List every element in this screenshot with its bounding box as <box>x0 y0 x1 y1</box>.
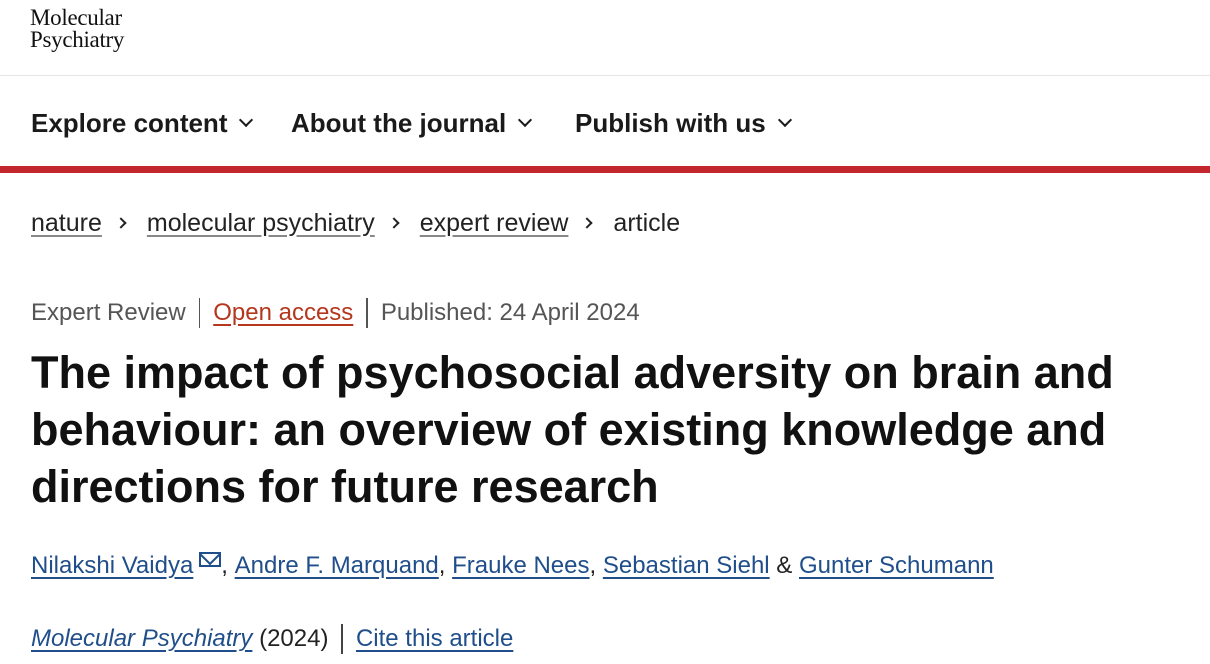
nav-about-journal[interactable]: About the journal <box>291 106 533 140</box>
chevron-down-icon <box>518 112 533 128</box>
author-link[interactable]: Gunter Schumann <box>799 552 994 580</box>
open-access-link[interactable]: Open access <box>213 299 353 327</box>
mail-icon[interactable] <box>199 551 222 567</box>
chevron-right-icon <box>581 217 594 229</box>
author-link[interactable]: Nilakshi Vaidya <box>31 552 193 580</box>
divider <box>366 298 368 328</box>
breadcrumb-current: article <box>613 208 681 237</box>
published-date: Published: 24 April 2024 <box>380 299 640 326</box>
author-link[interactable]: Sebastian Siehl <box>603 552 770 580</box>
logo-line-1: Molecular <box>30 5 122 30</box>
chevron-right-icon <box>388 217 400 229</box>
nav-label: Publish with us <box>575 107 766 138</box>
author-separator: , <box>438 552 446 579</box>
journal-link[interactable]: Molecular Psychiatry <box>31 625 252 653</box>
nav-explore-content[interactable]: Explore content <box>31 106 254 140</box>
breadcrumb-nature[interactable]: nature <box>31 209 102 238</box>
author-link[interactable]: Frauke Nees <box>452 552 589 580</box>
accent-divider <box>0 166 1210 173</box>
article-title: The impact of psychosocial adversity on … <box>31 347 1114 512</box>
site-header: Molecular Psychiatry <box>0 0 1210 76</box>
article-type: Expert Review <box>31 299 186 326</box>
divider <box>198 298 201 328</box>
divider <box>341 624 343 654</box>
article-meta: Expert Review Open access Published: 24 … <box>31 297 640 329</box>
journal-logo[interactable]: Molecular Psychiatry <box>30 5 125 52</box>
nav-label: Explore content <box>31 107 228 138</box>
nav-publish-with-us[interactable]: Publish with us <box>575 106 792 140</box>
chevron-right-icon <box>115 217 127 229</box>
breadcrumb-expert-review[interactable]: expert review <box>420 209 569 238</box>
breadcrumb: nature molecular psychiatry expert revie… <box>31 207 680 239</box>
nav-label: About the journal <box>291 107 507 138</box>
cite-this-article-link[interactable]: Cite this article <box>356 625 513 653</box>
logo-line-2: Psychiatry <box>30 27 125 52</box>
author-separator: & <box>776 552 793 579</box>
author-link[interactable]: Andre F. Marquand <box>235 552 439 580</box>
author-separator: , <box>589 552 597 579</box>
chevron-down-icon <box>239 112 254 128</box>
author-separator: , <box>221 552 228 579</box>
author-list: Nilakshi Vaidya , Andre F. Marquand , Fr… <box>31 549 994 583</box>
citation-line: Molecular Psychiatry (2024) Cite this ar… <box>31 622 513 656</box>
chevron-down-icon <box>777 112 792 128</box>
publication-year: (2024) <box>259 625 329 652</box>
breadcrumb-molecular-psychiatry[interactable]: molecular psychiatry <box>147 209 375 238</box>
